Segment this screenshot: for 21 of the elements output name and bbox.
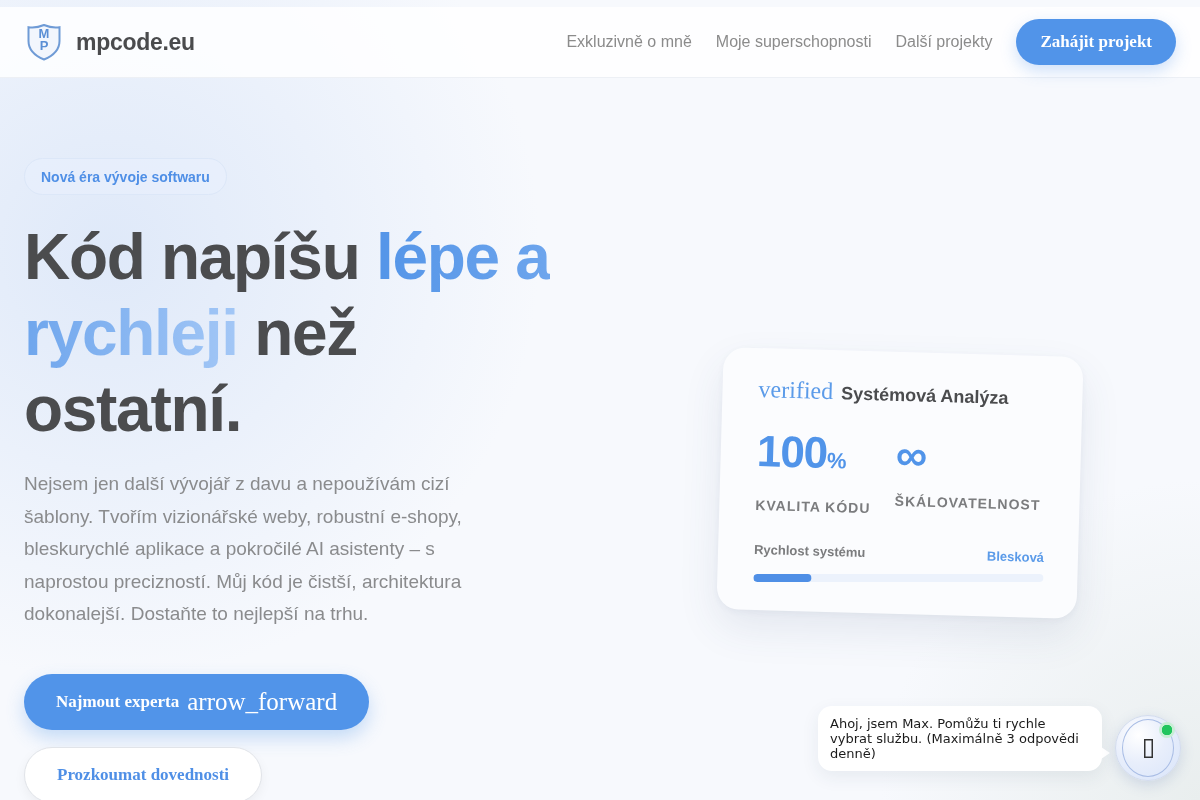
stat-value: ∞ (895, 430, 928, 481)
chat-button[interactable] (1115, 715, 1181, 781)
nav-link[interactable]: Exkluzivně o mně (566, 33, 692, 51)
progress-reading: Blesková (986, 548, 1045, 566)
secondary-button[interactable]: Prozkoumat dovednosti (24, 746, 263, 800)
card-title: Systémová Analýza (840, 383, 1009, 410)
stat-value: 100% (755, 426, 848, 480)
icon-ligature: verified (758, 376, 834, 406)
box-glyph-icon (1143, 738, 1153, 758)
logo-monogram: M P (37, 28, 51, 52)
progress-label: Rychlost systému (753, 542, 866, 561)
stat-label: KVALITA KÓDU (755, 496, 871, 518)
tagline-badge: Nová éra vývoje softwaru (24, 158, 227, 195)
brand-name[interactable]: mpcode.eu (76, 28, 195, 56)
shield-icon (26, 23, 62, 61)
cta-button[interactable]: Zahájit projekt (1016, 19, 1176, 65)
hero-description: Nejsem jen další vývojář z davu a nepoužívám cizí šablony. Tvořím vizionářské weby, robustní e-shopy, bleskurychlé aplikace a pokročilé AI asistenty – s naprostou precizností. Můj kód je čistší, architektura dokonalejší. Dostaňte to nejlepší na trhu. (24, 472, 463, 626)
stat-label: ŠKÁLOVATELNOST (894, 492, 1041, 515)
nav-link[interactable]: Další projekty (895, 33, 993, 51)
nav-link[interactable]: Moje superschopnosti (715, 33, 872, 51)
primary-button[interactable]: Najmout experta arrow_forward (24, 673, 370, 730)
